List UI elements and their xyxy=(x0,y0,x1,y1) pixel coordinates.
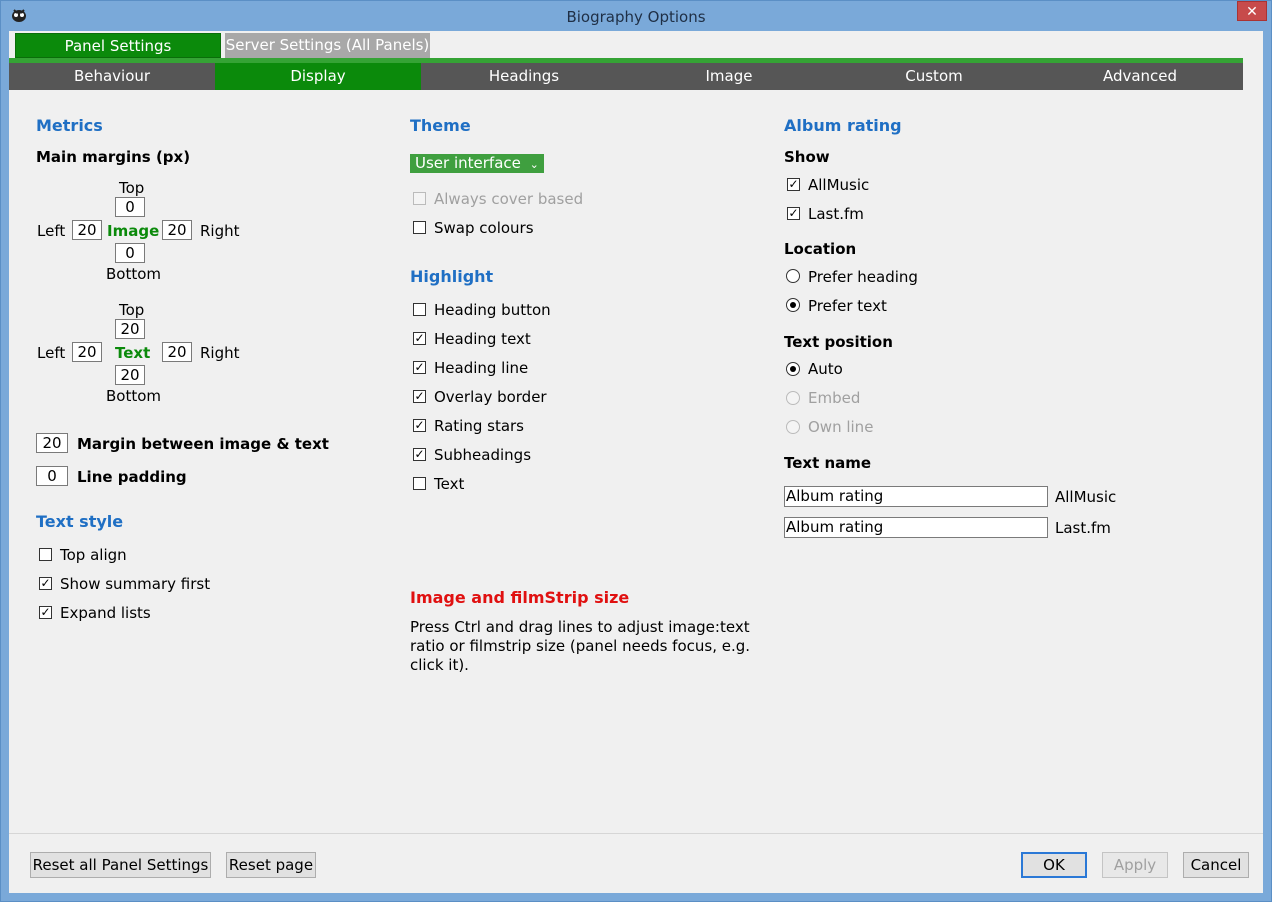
rating-stars-label: Rating stars xyxy=(434,417,524,435)
cancel-button[interactable]: Cancel xyxy=(1183,852,1249,878)
always-cover-based-label: Always cover based xyxy=(434,190,584,208)
lastfm-text-name-input[interactable]: Album rating xyxy=(784,517,1048,538)
image-top-label: Top xyxy=(119,179,145,197)
image-right-label: Right xyxy=(200,222,240,240)
metrics-heading: Metrics xyxy=(36,116,103,135)
prefer-heading-label: Prefer heading xyxy=(808,268,918,286)
prefer-heading-radio[interactable] xyxy=(786,269,800,283)
dialog-client-area: Panel Settings Server Settings (All Pane… xyxy=(9,31,1263,893)
text-left-margin-input[interactable]: 20 xyxy=(72,342,102,362)
subheadings-checkbox[interactable] xyxy=(413,448,426,461)
image-top-margin-input[interactable]: 0 xyxy=(115,197,145,217)
lastfm-checkbox[interactable] xyxy=(787,207,800,220)
title-bar: Biography Options ✕ xyxy=(1,1,1271,31)
allmusic-text-name-input[interactable]: Album rating xyxy=(784,486,1048,507)
highlight-heading: Highlight xyxy=(410,267,494,286)
text-top-margin-input[interactable]: 20 xyxy=(115,319,145,339)
lastfm-label: Last.fm xyxy=(808,205,864,223)
tab-behaviour[interactable]: Behaviour xyxy=(9,63,215,90)
allmusic-label: AllMusic xyxy=(808,176,870,194)
text-right-margin-input[interactable]: 20 xyxy=(162,342,192,362)
highlight-text-label: Text xyxy=(434,475,465,493)
filmstrip-help-text: Press Ctrl and drag lines to adjust imag… xyxy=(410,618,751,674)
allmusic-source-label: AllMusic xyxy=(1055,488,1117,506)
rating-stars-checkbox[interactable] xyxy=(413,419,426,432)
apply-button[interactable]: Apply xyxy=(1102,852,1168,878)
theme-dropdown-value: User interface xyxy=(415,154,521,172)
footer-divider xyxy=(9,833,1263,834)
expand-lists-checkbox[interactable] xyxy=(39,606,52,619)
line-padding-label: Line padding xyxy=(77,468,187,486)
main-margins-label: Main margins (px) xyxy=(36,148,191,166)
album-rating-heading: Album rating xyxy=(784,116,902,135)
heading-line-label: Heading line xyxy=(434,359,529,377)
tab-panel-settings[interactable]: Panel Settings xyxy=(15,33,221,58)
heading-button-checkbox[interactable] xyxy=(413,303,426,316)
allmusic-checkbox[interactable] xyxy=(787,178,800,191)
text-left-label: Left xyxy=(37,344,66,362)
overlay-border-label: Overlay border xyxy=(434,388,547,406)
swap-colours-checkbox[interactable] xyxy=(413,221,426,234)
show-summary-first-label: Show summary first xyxy=(60,575,211,593)
image-left-label: Left xyxy=(37,222,66,240)
image-bottom-label: Bottom xyxy=(106,265,162,283)
tab-image[interactable]: Image xyxy=(627,63,831,90)
prefer-text-label: Prefer text xyxy=(808,297,887,315)
margin-between-label: Margin between image & text xyxy=(77,435,329,453)
tab-headings[interactable]: Headings xyxy=(421,63,627,90)
text-center-label: Text xyxy=(115,344,151,362)
location-label: Location xyxy=(784,240,857,258)
top-align-checkbox[interactable] xyxy=(39,548,52,561)
show-label: Show xyxy=(784,148,830,166)
margin-between-input[interactable]: 20 xyxy=(36,433,68,453)
ok-button[interactable]: OK xyxy=(1021,852,1087,878)
expand-lists-label: Expand lists xyxy=(60,604,151,622)
overlay-border-checkbox[interactable] xyxy=(413,390,426,403)
image-bottom-margin-input[interactable]: 0 xyxy=(115,243,145,263)
tab-display[interactable]: Display xyxy=(215,63,421,90)
chevron-down-icon: ⌄ xyxy=(529,158,539,171)
text-bottom-label: Bottom xyxy=(106,387,162,405)
text-position-label: Text position xyxy=(784,333,893,351)
reset-page-button[interactable]: Reset page xyxy=(226,852,316,878)
image-right-margin-input[interactable]: 20 xyxy=(162,220,192,240)
line-padding-input[interactable]: 0 xyxy=(36,466,68,486)
always-cover-based-checkbox[interactable] xyxy=(413,192,426,205)
theme-dropdown[interactable]: User interface ⌄ xyxy=(410,154,544,173)
image-left-margin-input[interactable]: 20 xyxy=(72,220,102,240)
window-title: Biography Options xyxy=(566,8,706,26)
lastfm-source-label: Last.fm xyxy=(1055,519,1111,537)
theme-heading: Theme xyxy=(410,116,471,135)
tab-custom[interactable]: Custom xyxy=(831,63,1037,90)
image-center-label: Image xyxy=(107,222,160,240)
own-line-label: Own line xyxy=(808,418,874,436)
text-bottom-margin-input[interactable]: 20 xyxy=(115,365,145,385)
filmstrip-heading: Image and filmStrip size xyxy=(410,588,630,607)
highlight-text-checkbox[interactable] xyxy=(413,477,426,490)
show-summary-first-checkbox[interactable] xyxy=(39,577,52,590)
text-right-label: Right xyxy=(200,344,240,362)
swap-colours-label: Swap colours xyxy=(434,219,534,237)
heading-line-checkbox[interactable] xyxy=(413,361,426,374)
text-top-label: Top xyxy=(119,301,145,319)
reset-all-panel-settings-button[interactable]: Reset all Panel Settings xyxy=(30,852,211,878)
auto-label: Auto xyxy=(808,360,843,378)
embed-label: Embed xyxy=(808,389,861,407)
options-window: Biography Options ✕ Panel Settings Serve… xyxy=(0,0,1272,902)
heading-button-label: Heading button xyxy=(434,301,551,319)
own-line-radio[interactable] xyxy=(786,420,800,434)
auto-radio[interactable] xyxy=(786,362,800,376)
heading-text-label: Heading text xyxy=(434,330,531,348)
top-align-label: Top align xyxy=(60,546,127,564)
sub-tab-bar: Behaviour Display Headings Image Custom … xyxy=(9,63,1243,90)
text-name-label: Text name xyxy=(784,454,872,472)
close-button[interactable]: ✕ xyxy=(1237,1,1267,21)
heading-text-checkbox[interactable] xyxy=(413,332,426,345)
embed-radio[interactable] xyxy=(786,391,800,405)
subheadings-label: Subheadings xyxy=(434,446,532,464)
text-style-heading: Text style xyxy=(36,512,124,531)
prefer-text-radio[interactable] xyxy=(786,298,800,312)
tab-server-settings[interactable]: Server Settings (All Panels) xyxy=(225,33,430,58)
tab-advanced[interactable]: Advanced xyxy=(1037,63,1243,90)
